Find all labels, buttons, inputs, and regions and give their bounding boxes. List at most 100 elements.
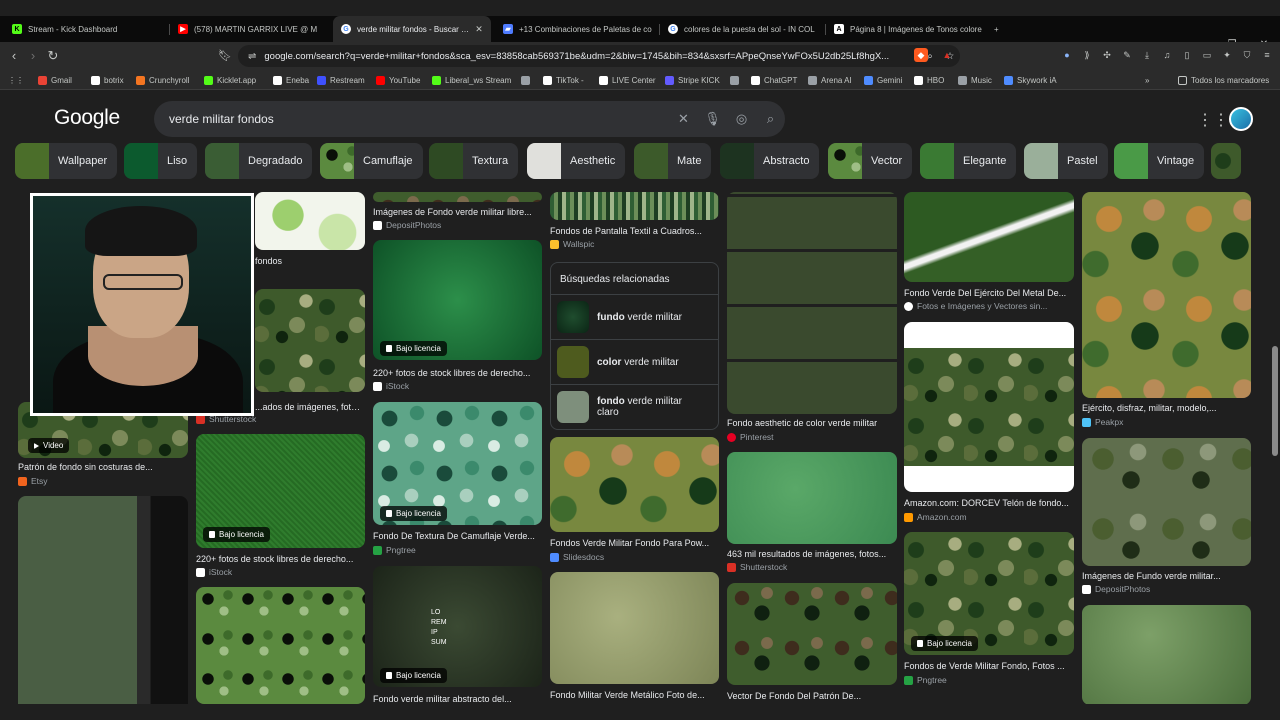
result-image[interactable]: Bajo licencia xyxy=(373,402,542,525)
wallet-icon[interactable]: ▭ xyxy=(1200,48,1214,62)
result-caption[interactable]: Vector De Fondo Del Patrón De... xyxy=(727,691,897,701)
result-caption[interactable]: 220+ fotos de stock libres de derecho... xyxy=(373,368,542,378)
chip-more[interactable] xyxy=(1211,143,1241,179)
bookmark-item[interactable]: Arena AI xyxy=(808,70,852,90)
clear-search-icon[interactable]: ✕ xyxy=(669,111,698,127)
sidebar-icon[interactable]: ▯ xyxy=(1180,48,1194,62)
result-source[interactable]: DepositPhotos xyxy=(373,220,441,230)
result-caption[interactable]: Fondos de Pantalla Textil a Cuadros... xyxy=(550,226,719,236)
avatar[interactable] xyxy=(1229,107,1253,131)
address-bar[interactable]: ⇌ google.com/search?q=verde+militar+fond… xyxy=(238,45,960,67)
bookmark-item[interactable]: Music xyxy=(958,70,992,90)
bookmark-item[interactable]: Gemini xyxy=(864,70,902,90)
tab-palettes[interactable]: ▰ +13 Combinaciones de Paletas de co xyxy=(495,16,658,42)
tab-youtube[interactable]: ▶ (578) MARTIN GARRIX LIVE @ M xyxy=(170,16,332,42)
close-tab-icon[interactable]: ✕ xyxy=(473,24,485,35)
more-bookmarks-icon[interactable]: » xyxy=(1145,70,1149,90)
new-tab-button[interactable]: + xyxy=(986,16,1006,42)
scrollbar[interactable] xyxy=(1270,92,1280,704)
leo-icon[interactable]: ✦ xyxy=(1220,48,1234,62)
bookmark-item[interactable]: Gmail xyxy=(38,70,72,90)
result-caption[interactable]: Fondo De Textura De Camuflaje Verde... xyxy=(373,531,542,541)
result-caption[interactable]: Imágenes de Fundo verde militar... xyxy=(1082,571,1251,581)
scrollbar-thumb[interactable] xyxy=(1272,346,1278,456)
result-source[interactable]: Amazon.com xyxy=(904,512,967,522)
search-box[interactable]: verde militar fondos ✕ 🎙︎ ◎ ⌕ xyxy=(154,101,785,137)
bookmark-item[interactable]: Kicklet.app xyxy=(204,70,256,90)
tab-sunset-colors[interactable]: Gcolores de la puesta del sol - IN COL xyxy=(660,16,825,42)
result-source[interactable]: Etsy xyxy=(18,476,48,486)
result-image[interactable] xyxy=(18,496,188,704)
bookmark-item[interactable]: Liberal_ws Stream xyxy=(432,70,511,90)
chip-abstracto[interactable]: Abstracto xyxy=(720,143,820,179)
result-image[interactable]: Bajo licencia xyxy=(904,532,1074,655)
related-item[interactable]: fundo verde militar xyxy=(551,294,718,339)
chip-elegante[interactable]: Elegante xyxy=(920,143,1017,179)
bookmark-item[interactable]: Skywork iA xyxy=(1004,70,1057,90)
result-image[interactable] xyxy=(727,452,897,544)
bookmark-item[interactable]: HBO xyxy=(914,70,944,90)
result-caption[interactable]: Fondo Verde Del Ejército Del Metal De... xyxy=(904,288,1074,298)
google-logo[interactable]: Google xyxy=(54,106,120,130)
chip-degradado[interactable]: Degradado xyxy=(205,143,313,179)
bookmark-item[interactable]: Crunchyroll xyxy=(136,70,189,90)
rewards-icon[interactable]: ▲ xyxy=(940,48,954,62)
result-source[interactable]: iStock xyxy=(196,567,232,577)
bookmark-item[interactable]: LIVE Center xyxy=(599,70,656,90)
bookmark-item[interactable]: ChatGPT xyxy=(751,70,797,90)
chip-textura[interactable]: Textura xyxy=(429,143,519,179)
bookmark-icon[interactable]: 🔖︎ xyxy=(216,47,234,65)
result-caption[interactable]: Ejército, disfraz, militar, modelo,... xyxy=(1082,403,1251,413)
site-info-icon[interactable]: ⇌ xyxy=(248,51,256,62)
result-image[interactable] xyxy=(255,289,365,392)
chip-vector[interactable]: Vector xyxy=(828,143,913,179)
all-bookmarks[interactable]: Todos los marcadores xyxy=(1178,70,1269,90)
result-image[interactable] xyxy=(1082,438,1251,566)
related-item[interactable]: color verde militar xyxy=(551,339,718,384)
result-source[interactable]: DepositPhotos xyxy=(1082,584,1150,594)
bookmark-item[interactable]: Restream xyxy=(317,70,365,90)
bookmark-item[interactable]: TikTok - xyxy=(543,70,584,90)
result-source[interactable]: Wallspic xyxy=(550,239,594,249)
forward-icon[interactable]: › xyxy=(24,47,42,65)
result-source[interactable]: iStock xyxy=(373,381,409,391)
profile-extension-icon[interactable]: ● xyxy=(1060,48,1074,62)
bookmark-item[interactable]: Eneba xyxy=(273,70,309,90)
lens-icon[interactable]: ◎ xyxy=(727,111,756,127)
tab-google-search[interactable]: Gverde militar fondos - Buscar con ✕ xyxy=(333,16,491,42)
search-input[interactable]: verde militar fondos xyxy=(169,112,669,126)
result-source[interactable]: Fotos e Imágenes y Vectores sin... xyxy=(904,301,1047,311)
result-caption[interactable]: 220+ fotos de stock libres de derecho... xyxy=(196,554,365,564)
translate-icon[interactable]: ⟫ xyxy=(1080,48,1094,62)
result-caption[interactable]: fondos xyxy=(255,256,365,266)
music-icon[interactable]: ♫ xyxy=(1160,48,1174,62)
related-item[interactable]: fondo verde militar claro xyxy=(551,384,718,429)
result-source[interactable]: Pngtree xyxy=(904,675,947,685)
result-caption[interactable]: Fondo verde militar abstracto del... xyxy=(373,694,542,704)
brave-shield-icon[interactable]: ◆ xyxy=(914,48,928,62)
result-image[interactable] xyxy=(1082,192,1251,398)
result-source[interactable]: Slidesdocs xyxy=(550,552,604,562)
extensions-icon[interactable]: ✣ xyxy=(1100,48,1114,62)
result-image[interactable]: Bajo licencia xyxy=(373,240,542,360)
result-image[interactable] xyxy=(550,437,719,532)
result-image[interactable] xyxy=(904,322,1074,492)
result-image[interactable] xyxy=(255,192,365,250)
result-caption[interactable]: Amazon.com: DORCEV Telón de fondo... xyxy=(904,498,1074,508)
result-image[interactable]: LO REM IP SUM Bajo licencia xyxy=(373,566,542,687)
result-image[interactable] xyxy=(550,192,719,220)
result-image[interactable] xyxy=(727,583,897,685)
chip-aesthetic[interactable]: Aesthetic xyxy=(527,143,626,179)
bookmark-item[interactable]: Stripe KICK xyxy=(665,70,720,90)
result-image[interactable] xyxy=(196,587,365,704)
tab-kick[interactable]: K Stream - Kick Dashboard xyxy=(4,16,169,42)
result-image[interactable]: Bajo licencia xyxy=(196,434,365,548)
back-icon[interactable]: ‹ xyxy=(5,47,23,65)
result-image[interactable] xyxy=(1082,605,1251,704)
result-image[interactable] xyxy=(727,192,897,414)
bookmark-item[interactable]: YouTube xyxy=(376,70,420,90)
result-source[interactable]: Shutterstock xyxy=(727,562,787,572)
brush-icon[interactable]: ✎ xyxy=(1120,48,1134,62)
chip-vintage[interactable]: Vintage xyxy=(1114,143,1205,179)
result-caption[interactable]: ...ados de imágenes, fotos... xyxy=(255,402,365,412)
